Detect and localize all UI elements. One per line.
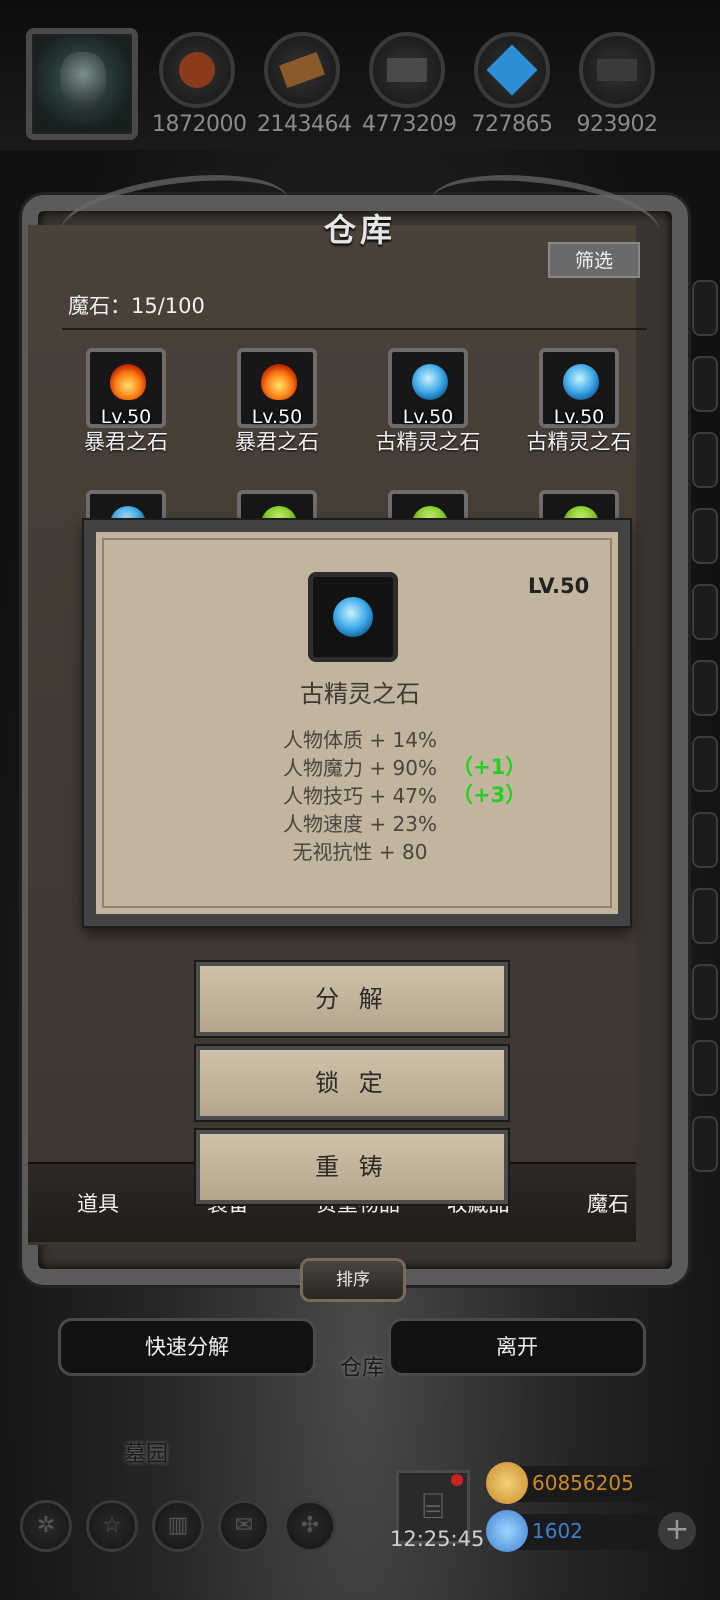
stat-line: 人物体质 + 14% bbox=[283, 728, 437, 752]
stat-line: 无视抗性 + 80 bbox=[292, 840, 428, 864]
gear-icon[interactable]: ✲ bbox=[20, 1500, 72, 1552]
tab-items[interactable]: 道具 bbox=[38, 1188, 158, 1218]
gold-counter: 60856205 bbox=[486, 1462, 688, 1504]
resource-iron[interactable]: 4773209 bbox=[362, 32, 457, 137]
resource-iron-value: 4773209 bbox=[362, 112, 457, 137]
item-name: 古精灵之石 bbox=[375, 430, 481, 454]
leave-button[interactable]: 离开 bbox=[388, 1318, 646, 1376]
lock-button[interactable]: 锁 定 bbox=[196, 1046, 508, 1120]
item-name: 暴君之石 bbox=[235, 430, 319, 454]
compass-icon[interactable]: ✣ bbox=[284, 1500, 336, 1552]
gold-coin-icon bbox=[486, 1462, 528, 1504]
item-slot: Lv.50 bbox=[388, 348, 468, 428]
resource-meat[interactable]: 1872000 bbox=[152, 32, 247, 137]
resource-wood-value: 2143464 bbox=[257, 112, 352, 137]
meat-icon bbox=[159, 32, 235, 108]
resource-crystal[interactable]: 727865 bbox=[467, 32, 557, 137]
tab-magic-stones[interactable]: 魔石 bbox=[548, 1188, 668, 1218]
resource-crystal-value: 727865 bbox=[471, 112, 553, 137]
avatar-face-icon bbox=[60, 52, 106, 108]
item-slot: Lv.50 bbox=[86, 348, 166, 428]
filter-button[interactable]: 筛选 bbox=[548, 242, 640, 278]
gold-value: 60856205 bbox=[532, 1471, 634, 1495]
gem-icon bbox=[486, 1510, 528, 1552]
reforge-button[interactable]: 重 铸 bbox=[196, 1130, 508, 1204]
side-menu-edge bbox=[684, 270, 720, 1270]
map-label-graveyard: 墓园 bbox=[124, 1442, 169, 1467]
stat-bonus: （+1） bbox=[452, 755, 527, 779]
item-level: Lv.50 bbox=[553, 406, 605, 428]
divider bbox=[62, 328, 647, 330]
inventory-item[interactable]: Lv.50 古精灵之石 bbox=[509, 348, 649, 456]
item-level: Lv.50 bbox=[402, 406, 454, 428]
resource-ingot[interactable]: 923902 bbox=[572, 32, 662, 137]
sort-button[interactable]: 排序 bbox=[300, 1258, 406, 1302]
game-clock: 12:25:45 bbox=[390, 1527, 485, 1551]
wood-icon bbox=[264, 32, 340, 108]
quick-decompose-button[interactable]: 快速分解 bbox=[58, 1318, 316, 1376]
ice-stone-icon bbox=[412, 364, 448, 400]
fire-stone-icon bbox=[110, 364, 146, 400]
item-slot: Lv.50 bbox=[539, 348, 619, 428]
notification-dot bbox=[451, 1474, 463, 1486]
ice-stone-icon bbox=[333, 597, 373, 637]
player-avatar[interactable] bbox=[26, 28, 138, 140]
popup-item-level: LV.50 bbox=[528, 574, 590, 598]
castle-icon[interactable]: ▥ bbox=[152, 1500, 204, 1552]
gem-value: 1602 bbox=[532, 1519, 583, 1543]
popup-item-name: 古精灵之石 bbox=[300, 680, 420, 708]
item-level: Lv.50 bbox=[100, 406, 152, 428]
inventory-item[interactable]: Lv.50 古精灵之石 bbox=[358, 348, 498, 456]
fire-stone-icon bbox=[261, 364, 297, 400]
map-label-warehouse: 仓库 bbox=[340, 1356, 385, 1381]
item-name: 古精灵之石 bbox=[526, 430, 632, 454]
stat-bonus: （+3） bbox=[452, 783, 527, 807]
item-name: 暴君之石 bbox=[84, 430, 168, 454]
stat-line: 人物速度 + 23% bbox=[283, 812, 437, 836]
crystal-icon bbox=[474, 32, 550, 108]
item-slot: Lv.50 bbox=[237, 348, 317, 428]
item-level: Lv.50 bbox=[251, 406, 303, 428]
popup-item-slot bbox=[308, 572, 398, 662]
mail-icon[interactable]: ✉ bbox=[218, 1500, 270, 1552]
star-icon[interactable]: ☆ bbox=[86, 1500, 138, 1552]
inventory-item[interactable]: Lv.50 暴君之石 bbox=[207, 348, 347, 456]
ingot-icon bbox=[579, 32, 655, 108]
add-currency-button[interactable]: + bbox=[658, 1512, 696, 1550]
inventory-item[interactable]: Lv.50 暴君之石 bbox=[56, 348, 196, 456]
resource-ingot-value: 923902 bbox=[576, 112, 658, 137]
resource-meat-value: 1872000 bbox=[152, 112, 247, 137]
iron-icon bbox=[369, 32, 445, 108]
decompose-button[interactable]: 分 解 bbox=[196, 962, 508, 1036]
magic-stone-count: 魔石：15/100 bbox=[68, 294, 205, 318]
ice-stone-icon bbox=[563, 364, 599, 400]
resource-wood[interactable]: 2143464 bbox=[257, 32, 352, 137]
